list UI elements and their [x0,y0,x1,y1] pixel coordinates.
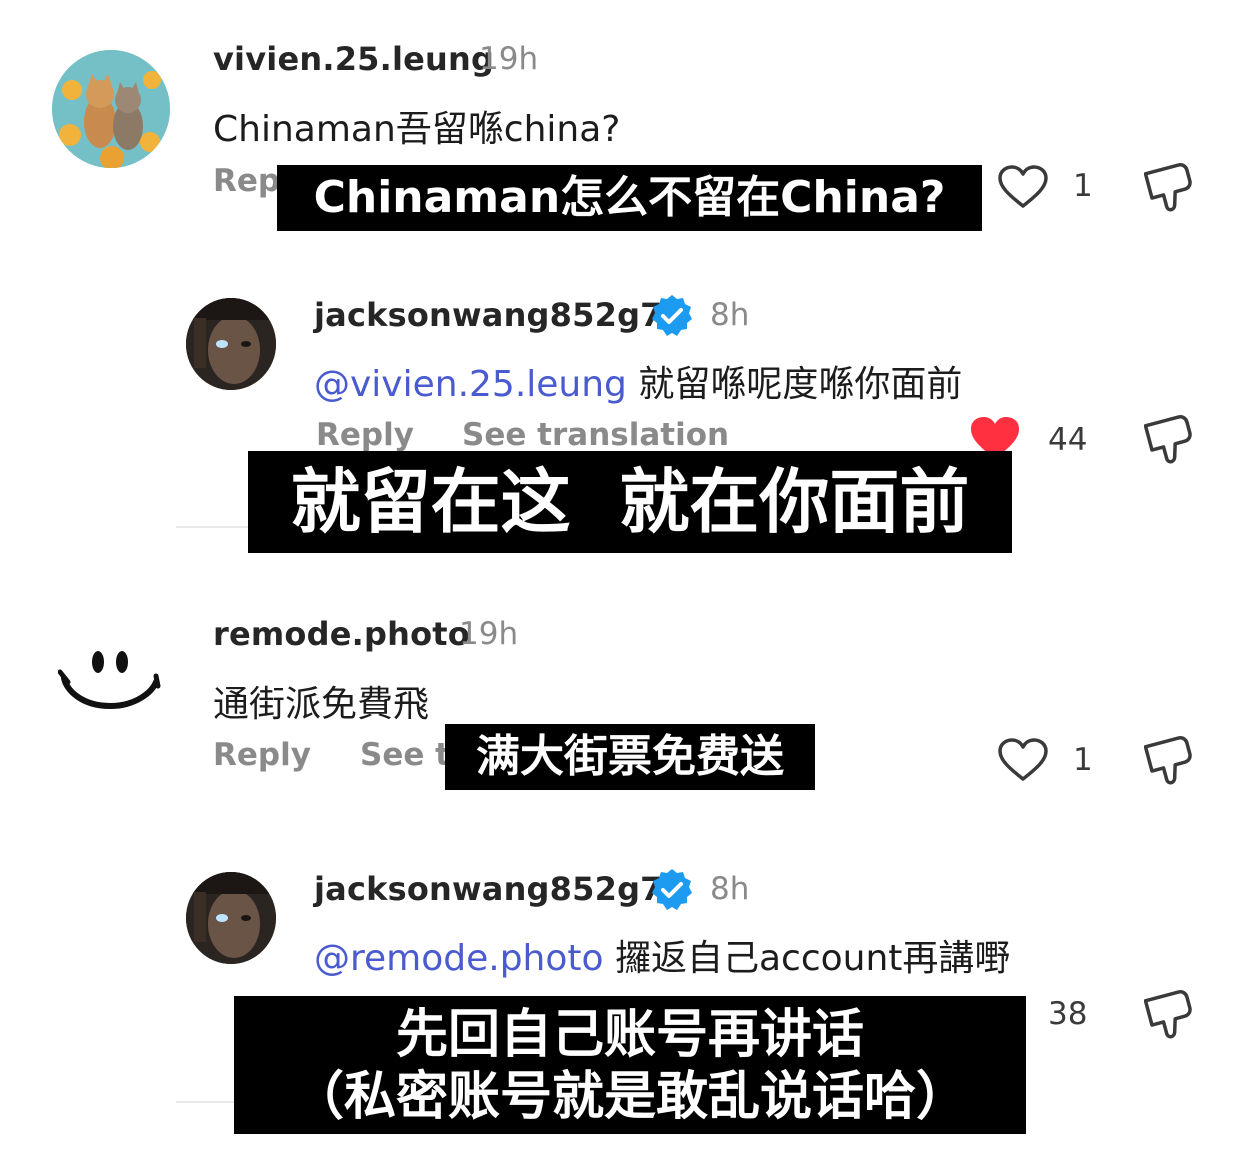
see-translation-button[interactable]: See t [360,737,450,773]
see-translation-button[interactable]: See translation [462,417,729,453]
profile-photo [186,298,276,390]
avatar[interactable] [186,872,276,964]
dislike-icon[interactable] [1143,733,1196,793]
comment-username[interactable]: remode.photo [213,615,470,653]
dislike-icon[interactable] [1143,160,1196,220]
mention-link[interactable]: @remode.photo [314,938,604,979]
heart-outline-icon[interactable] [997,164,1049,214]
subtitle-line: （私密账号就是敢乱说话哈） [291,1067,968,1127]
comment-username[interactable]: vivien.25.leung [213,40,494,78]
comment-username[interactable]: jacksonwang852g7 [314,296,663,334]
subtitle-line: 先回自己账号再讲话 [395,1005,864,1065]
subtitle-caption: 满大街票免费送 [445,724,815,790]
subtitle-caption: Chinaman怎么不留在China? [277,165,982,231]
avatar[interactable] [52,50,170,168]
dislike-icon[interactable] [1143,412,1196,472]
comment-timestamp: 19h [479,41,539,77]
comment-text: 通街派免費飛 [213,684,430,725]
cat-avatar-image [52,50,170,168]
comment-username[interactable]: jacksonwang852g7 [314,870,663,908]
subtitle-caption: 先回自己账号再讲话 （私密账号就是敢乱说话哈） [234,996,1026,1134]
comment-timestamp: 19h [459,616,519,652]
mention-link[interactable]: @vivien.25.leung [314,364,627,405]
comment-text-content: 攞返自己account再講嘢 [603,938,1011,979]
like-count: 1 [1073,168,1093,204]
divider [176,526,256,528]
comment-text-content: 就留喺呢度喺你面前 [626,364,963,405]
heart-outline-icon[interactable] [997,737,1049,787]
subtitle-caption: 就留在这 就在你面前 [248,451,1012,553]
verified-badge-icon [648,292,696,344]
like-count: 1 [1073,742,1093,778]
comment-text: @remode.photo 攞返自己account再講嘢 [314,929,1010,981]
reply-button[interactable]: Reply [316,417,414,453]
comment-text: @vivien.25.leung 就留喺呢度喺你面前 [314,355,962,407]
dislike-icon[interactable] [1143,987,1196,1047]
like-count: 38 [1048,996,1088,1032]
reply-button[interactable]: Reply [213,737,311,773]
comment-text: Chinaman吾留喺china? [213,109,621,150]
like-count: 44 [1048,422,1088,458]
comment-timestamp: 8h [710,297,750,333]
avatar[interactable] [186,298,276,390]
comment-timestamp: 8h [710,871,750,907]
smiley-avatar[interactable] [57,648,162,720]
reply-button[interactable]: Rep [213,163,280,199]
profile-photo [186,872,276,964]
verified-badge-icon [648,866,696,918]
comments-screen: vivien.25.leung 19h Chinaman吾留喺china? Re… [0,0,1260,1164]
